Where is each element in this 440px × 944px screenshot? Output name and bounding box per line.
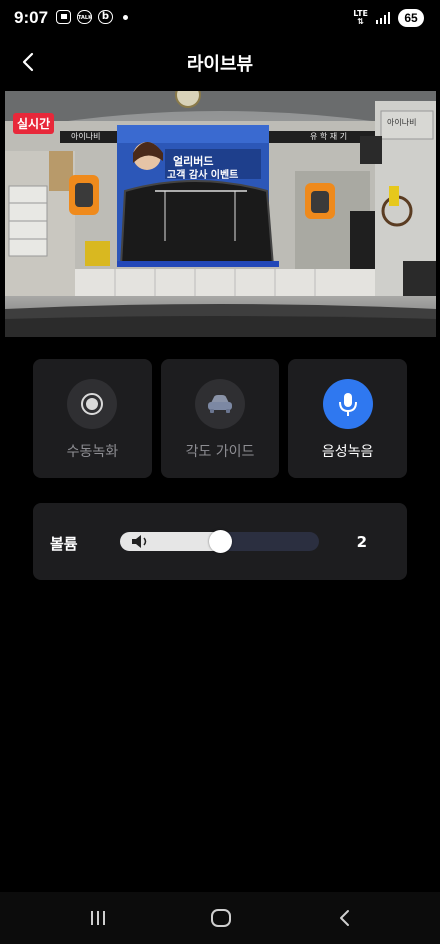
talk-icon: TALK xyxy=(77,10,92,24)
car-icon xyxy=(195,379,245,429)
volume-label: 볼륨 xyxy=(50,535,78,553)
back-icon xyxy=(340,910,349,926)
home-button[interactable] xyxy=(210,908,232,932)
speaker-icon xyxy=(132,535,147,548)
manual-record-label: 수동녹화 xyxy=(66,444,119,460)
poster-subtitle: 고객 감사 이벤트 xyxy=(167,170,239,181)
signboard-text: 유 학 재 기 xyxy=(310,132,348,141)
manual-record-button[interactable]: 수동녹화 xyxy=(33,359,152,478)
battery-icon: 65 xyxy=(398,9,424,27)
recent-apps-icon xyxy=(91,911,105,925)
page-title: 라이브뷰 xyxy=(186,54,254,74)
status-time: 9:07 xyxy=(14,8,49,27)
header: 라이브뷰 xyxy=(0,38,440,86)
angle-guide-label: 각도 가이드 xyxy=(185,444,255,460)
system-nav-bar xyxy=(0,892,440,944)
b-app-icon: b xyxy=(98,10,113,24)
recent-apps-button[interactable] xyxy=(88,908,108,932)
volume-card: 볼륨 2 xyxy=(33,503,407,580)
voice-record-label: 음성녹음 xyxy=(321,444,374,460)
live-badge: 실시간 xyxy=(13,113,55,134)
live-video-feed[interactable]: 얼리버드 고객 감사 이벤트 아이나비 유 학 재 기 아이나비 실시간 xyxy=(5,91,436,337)
control-buttons: 수동녹화 각도 가이드 음성녹음 xyxy=(33,359,408,478)
record-icon xyxy=(67,379,118,429)
volume-value: 2 xyxy=(356,533,367,551)
screenshot-icon xyxy=(56,10,71,24)
angle-guide-button[interactable]: 각도 가이드 xyxy=(160,359,280,478)
system-back-button[interactable] xyxy=(336,908,354,932)
banner-left-text: 아이나비 xyxy=(71,132,101,141)
notification-icons: TALK b xyxy=(56,10,128,24)
microphone-icon xyxy=(322,379,373,429)
more-notifications-dot xyxy=(123,14,128,20)
banner-right-text: 아이나비 xyxy=(387,118,417,127)
voice-record-button[interactable]: 음성녹음 xyxy=(288,359,408,478)
system-status: LTE ⇅ 65 xyxy=(353,9,424,27)
data-arrows-icon: ⇅ xyxy=(357,17,364,26)
home-icon xyxy=(211,909,231,927)
signal-icon xyxy=(376,12,390,24)
camera-scene xyxy=(5,91,436,337)
status-bar: 9:07 TALK b LTE ⇅ 65 xyxy=(0,0,440,38)
lte-indicator: LTE ⇅ xyxy=(353,10,368,26)
volume-slider-thumb[interactable] xyxy=(209,530,232,553)
